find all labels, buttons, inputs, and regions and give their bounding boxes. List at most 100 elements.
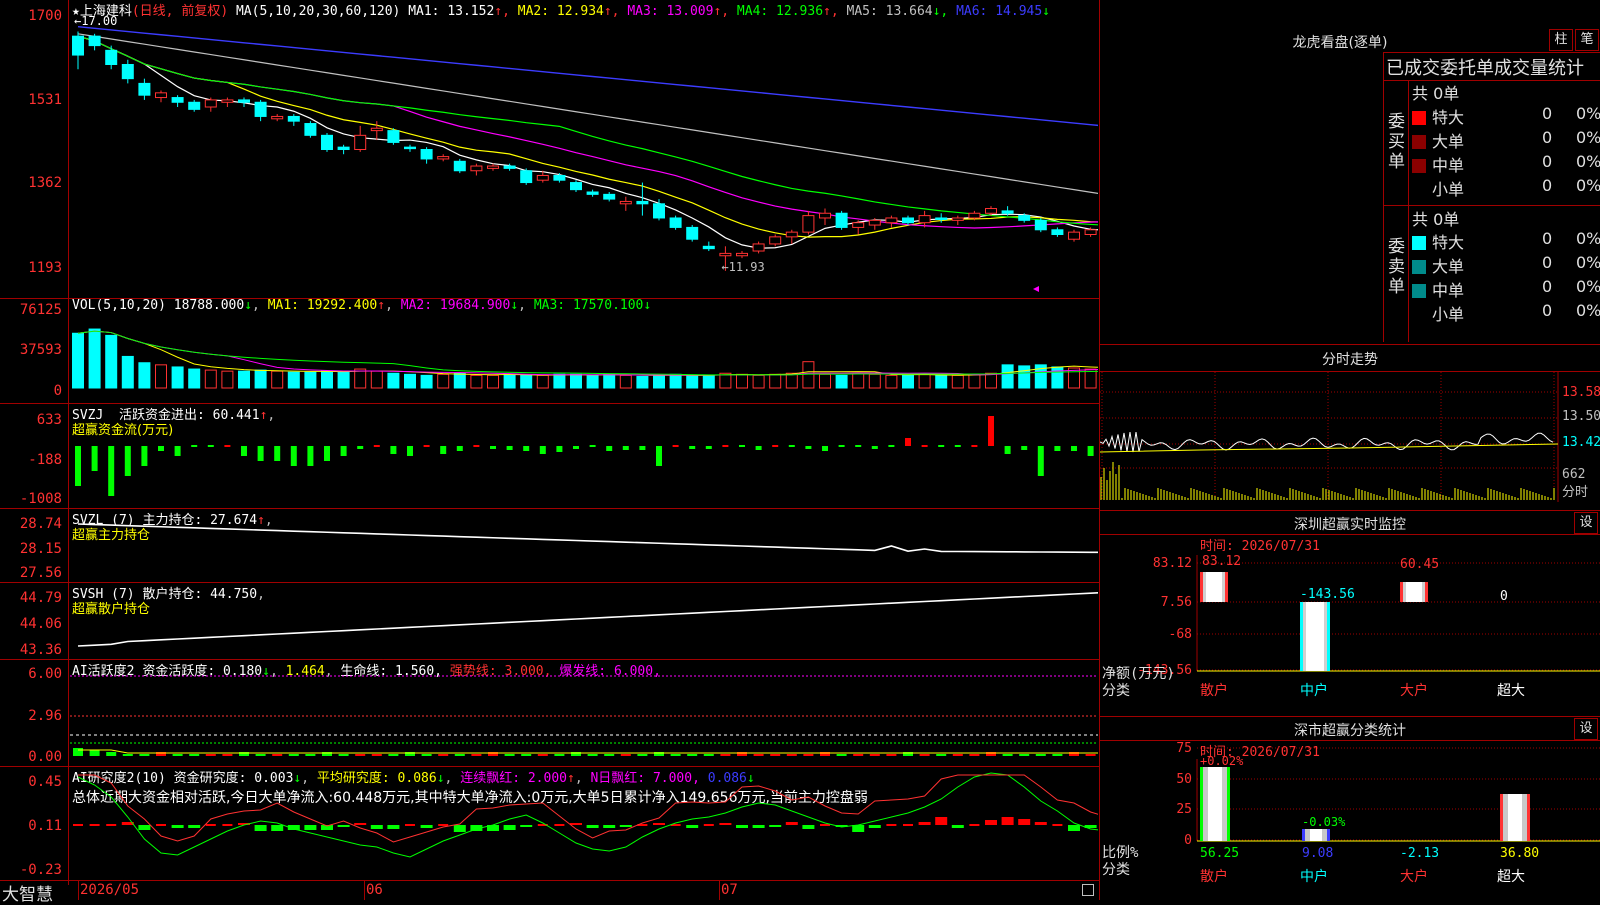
candle <box>603 193 616 200</box>
sz-monitor-chart[interactable]: 时间: 2026/07/3183.127.56-68-143.5683.12-1… <box>1100 535 1600 715</box>
sell-row: 特大 0 0% <box>1412 229 1600 253</box>
stats-value: 9.08 <box>1302 846 1333 861</box>
main-chart-area[interactable]: 1700 1531 1362 1193 ★上海建科(日线, 前复权) MA(5,… <box>0 0 1100 905</box>
bar-view-button[interactable]: 柱 <box>1549 29 1573 51</box>
bar-highlight <box>1206 572 1222 602</box>
stats-y-label: 25 <box>1176 802 1192 817</box>
volume-bar <box>669 373 682 389</box>
sz-stats-chart[interactable]: 时间: 2026/07/317550250+0.02%-0.03%56.25 9.… <box>1100 741 1600 900</box>
y-label: 44.79 <box>19 590 62 606</box>
buy-row: 小单 0 0% <box>1412 176 1600 200</box>
research-tick <box>222 824 233 826</box>
flow-bar <box>1087 446 1094 456</box>
flow-bar <box>822 446 828 451</box>
y-label: 44.06 <box>19 616 62 632</box>
settings-button[interactable]: 设 <box>1574 512 1598 534</box>
y-label: 633 <box>36 412 62 428</box>
svzl-chart[interactable] <box>70 509 1098 582</box>
svzj-chart[interactable] <box>70 404 1098 508</box>
bar-highlight <box>1310 829 1322 841</box>
candle <box>752 243 765 252</box>
tick-view-button[interactable]: 笔 <box>1575 29 1599 51</box>
candle <box>1051 229 1064 235</box>
ai-research-chart[interactable] <box>70 767 1098 880</box>
research-bar <box>271 825 284 831</box>
order-count: 0 <box>1542 152 1553 171</box>
flow-bar <box>75 446 81 486</box>
candle <box>155 92 167 99</box>
research-tick <box>205 824 216 826</box>
active-bar <box>255 754 266 756</box>
volume-bar <box>603 373 616 389</box>
candle <box>868 219 881 226</box>
y-label: 0 <box>53 383 62 399</box>
candle <box>736 252 748 257</box>
bar-highlight <box>1508 794 1522 841</box>
volume-bar <box>1068 367 1080 389</box>
svsh-chart[interactable] <box>70 583 1098 659</box>
stats-pct: +0.02% <box>1200 754 1244 768</box>
intraday-title: 分时走势 <box>1322 352 1378 368</box>
flow-bar <box>357 446 364 449</box>
flow-bar <box>755 446 762 450</box>
volume-bar <box>387 372 400 389</box>
order-pct: 0% <box>1576 277 1600 296</box>
research-bar <box>586 825 599 828</box>
sz-time: 时间: 2026/07/31 <box>1200 539 1320 554</box>
date-tick: 06 <box>366 882 383 898</box>
sell-row: 中单 0 0% <box>1412 277 1600 301</box>
research-bar <box>304 825 317 830</box>
sell-side-label: 委卖单 <box>1388 237 1405 297</box>
order-count: 0 <box>1542 277 1553 296</box>
sz-y-label: -68 <box>1169 627 1192 642</box>
flow-bar <box>456 446 463 451</box>
research-bar <box>736 825 748 828</box>
bar-highlight <box>1208 767 1222 841</box>
volume-bar <box>520 374 533 389</box>
volume-chart[interactable] <box>70 299 1098 403</box>
y-label: 0.00 <box>28 749 62 765</box>
order-pct: 0% <box>1576 152 1600 171</box>
volume-bar <box>1001 364 1014 389</box>
research-bar <box>337 825 350 827</box>
research-bar <box>370 825 383 829</box>
brand-logo[interactable]: 大智慧 <box>2 880 53 905</box>
research-bar <box>918 822 931 825</box>
volume-bar <box>752 374 765 389</box>
research-bar <box>1034 822 1047 825</box>
flow-bar <box>622 446 629 450</box>
volume-bar <box>437 373 450 389</box>
candle <box>437 156 450 160</box>
candle <box>885 217 898 224</box>
candle <box>271 115 284 120</box>
order-count: 0 <box>1542 301 1553 320</box>
active-bar <box>687 754 698 756</box>
research-bar <box>802 825 815 829</box>
flow-tick <box>224 445 231 447</box>
research-tick <box>405 824 415 826</box>
volume-bar <box>702 374 715 389</box>
active-bar <box>836 754 847 756</box>
volume-bar <box>370 370 383 389</box>
candle <box>769 236 782 245</box>
date-tick: 07 <box>721 882 738 898</box>
ai-active-chart[interactable] <box>70 660 1098 766</box>
order-count: 0 <box>1542 229 1553 248</box>
intraday-y-label: 13.50 <box>1562 409 1600 424</box>
flow-tick <box>788 445 795 447</box>
research-bar <box>603 825 616 828</box>
flow-bar <box>1071 446 1077 451</box>
lock-icon[interactable] <box>1082 884 1094 896</box>
active-bar <box>106 752 117 756</box>
candlestick-chart[interactable]: ←11.93 <box>70 0 1098 298</box>
research-bar <box>686 825 699 828</box>
intraday-chart[interactable]: 13.58 13.50 13.42 662 分时 <box>1100 372 1600 510</box>
volume-bar <box>1018 365 1031 389</box>
settings-button[interactable]: 设 <box>1574 718 1598 740</box>
bar-edge <box>1300 602 1303 671</box>
volume-bar <box>88 328 101 389</box>
active-bar <box>869 754 880 756</box>
color-swatch-icon <box>1412 159 1426 173</box>
research-bar <box>254 825 267 831</box>
svsh-line <box>77 591 1098 647</box>
